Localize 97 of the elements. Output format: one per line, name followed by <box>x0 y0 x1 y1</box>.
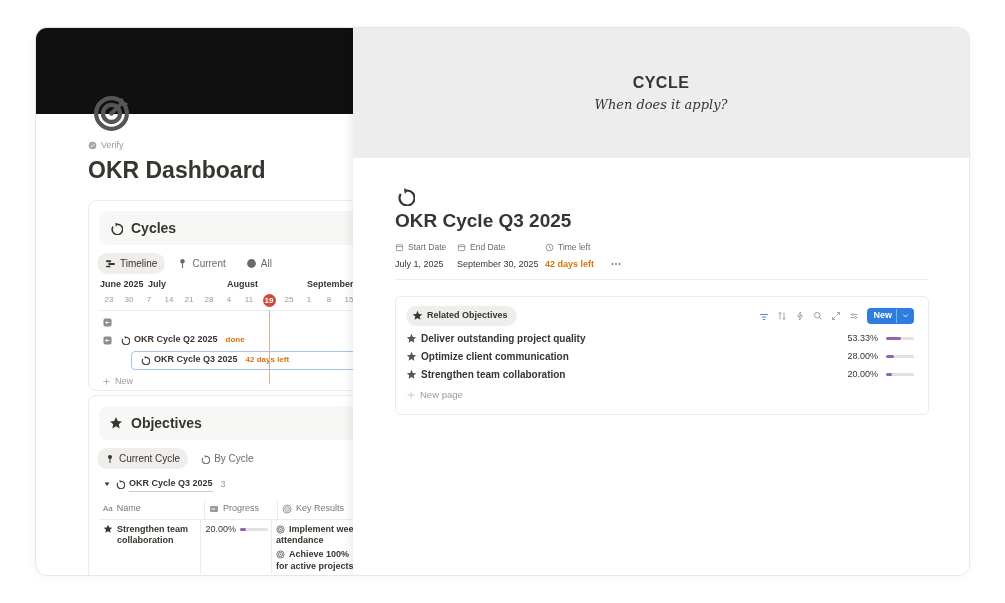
today-marker: 19 <box>262 294 276 308</box>
view-tab[interactable]: Related Objectives <box>406 306 517 326</box>
month-label: September <box>307 278 353 292</box>
star-icon <box>103 523 113 534</box>
dot-icon <box>245 258 257 270</box>
column-header: Key Results <box>296 502 345 516</box>
refresh-icon <box>109 221 123 236</box>
refresh-icon <box>115 479 125 490</box>
timeline-bar[interactable]: OKR Cycle Q2 2025 done <box>120 330 245 350</box>
page-title: OKR Dashboard <box>88 156 267 185</box>
progress-value: 20.00% <box>847 367 878 381</box>
objective-name[interactable]: Strengthen team collaboration <box>117 523 201 575</box>
refresh-icon <box>395 186 415 206</box>
week-label: 30 <box>124 295 134 305</box>
week-label: 15 <box>344 295 353 305</box>
week-label: 21 <box>184 295 194 305</box>
key-result-link[interactable]: for active projects <box>276 560 353 573</box>
new-button[interactable]: New <box>867 307 914 324</box>
week-label: 4 <box>226 295 232 305</box>
week-label: 7 <box>146 295 152 305</box>
refresh-icon <box>140 355 150 366</box>
section-title: Objectives <box>131 413 202 433</box>
settings-icon[interactable] <box>849 310 860 321</box>
status-tag: 42 days left <box>245 354 290 367</box>
view-tab[interactable]: Current Cycle <box>97 448 189 470</box>
lightning-icon[interactable] <box>795 310 806 321</box>
expand-icon[interactable] <box>831 310 842 321</box>
target-icon <box>276 524 286 534</box>
week-label: 23 <box>104 295 114 305</box>
month-label: July <box>148 278 166 292</box>
key-result-link[interactable]: Achieve 100% <box>289 548 350 561</box>
timeline-icon <box>105 258 116 270</box>
text-type-label: Aa <box>103 503 113 516</box>
filter-icon[interactable] <box>759 311 770 322</box>
property-value: 42 days left <box>545 257 595 271</box>
pin-icon <box>105 453 115 464</box>
property-value: July 1, 2025 <box>395 257 445 271</box>
cycle-name: OKR Cycle Q2 2025 <box>134 333 218 347</box>
section-title: Cycles <box>131 218 177 238</box>
progress-value: 28.00% <box>847 349 878 363</box>
collapse-icon[interactable] <box>103 317 112 327</box>
view-tab[interactable]: Current <box>169 253 234 275</box>
week-label: 11 <box>244 295 254 305</box>
star-icon <box>406 333 417 345</box>
progress-value: 53.33% <box>847 331 878 345</box>
objective-link[interactable]: Deliver outstanding project quality <box>421 331 586 347</box>
page-title: OKR Cycle Q3 2025 <box>395 210 573 233</box>
status-tag: done <box>225 334 245 347</box>
progress-value: 20.00% <box>205 523 236 536</box>
verify-label: Verify <box>101 139 124 152</box>
property-label: End Date <box>470 240 506 254</box>
cycle-name: OKR Cycle Q3 2025 <box>154 353 238 367</box>
star-icon <box>406 369 417 381</box>
week-label: 1 <box>306 295 312 305</box>
property-label: Start Date <box>408 240 447 254</box>
progress-bar <box>886 355 914 359</box>
week-label: 8 <box>326 295 332 305</box>
search-icon[interactable] <box>813 310 824 321</box>
calendar-icon <box>395 242 404 252</box>
star-icon <box>412 310 423 322</box>
month-label: August <box>227 278 258 292</box>
column-header: Progress <box>223 502 259 516</box>
target-icon <box>282 504 292 515</box>
collapse-icon[interactable] <box>103 335 112 345</box>
progress-bar <box>886 337 914 341</box>
view-tab[interactable]: All <box>237 253 280 275</box>
group-name[interactable]: OKR Cycle Q3 2025 <box>129 477 213 492</box>
week-label: 14 <box>164 295 174 305</box>
clock-icon <box>545 242 554 252</box>
month-label: June 2025 <box>100 278 144 292</box>
view-tab[interactable]: Timeline <box>97 253 166 275</box>
key-result-link[interactable]: attendance <box>276 535 353 547</box>
property-value: September 30, 2025 <box>457 257 537 271</box>
calendar-icon <box>457 242 466 252</box>
target-icon <box>276 550 286 560</box>
refresh-icon <box>200 453 211 464</box>
verified-icon <box>88 141 97 151</box>
star-icon <box>406 351 417 363</box>
star-icon <box>109 416 123 431</box>
week-label: 28 <box>204 295 214 305</box>
timeline-bar[interactable]: OKR Cycle Q3 2025 42 days left <box>131 350 353 370</box>
refresh-icon <box>120 335 130 346</box>
week-label: 25 <box>284 295 294 305</box>
sort-icon[interactable] <box>777 310 788 321</box>
plus-icon <box>406 389 416 400</box>
target-icon <box>93 94 130 131</box>
banner-title: CYCLE <box>632 73 690 94</box>
objective-link[interactable]: Optimize client communication <box>421 349 569 365</box>
plus-icon <box>102 377 111 387</box>
progress-icon <box>209 504 219 515</box>
column-header: Name <box>116 502 141 516</box>
property-label: Time left <box>558 240 591 254</box>
objective-link[interactable]: Strengthen team collaboration <box>421 367 566 383</box>
group-count: 3 <box>220 477 226 491</box>
banner-subtitle: When does it apply? <box>594 96 728 115</box>
view-tab[interactable]: By Cycle <box>192 448 262 470</box>
key-result-link[interactable]: Implement wee <box>289 523 353 536</box>
